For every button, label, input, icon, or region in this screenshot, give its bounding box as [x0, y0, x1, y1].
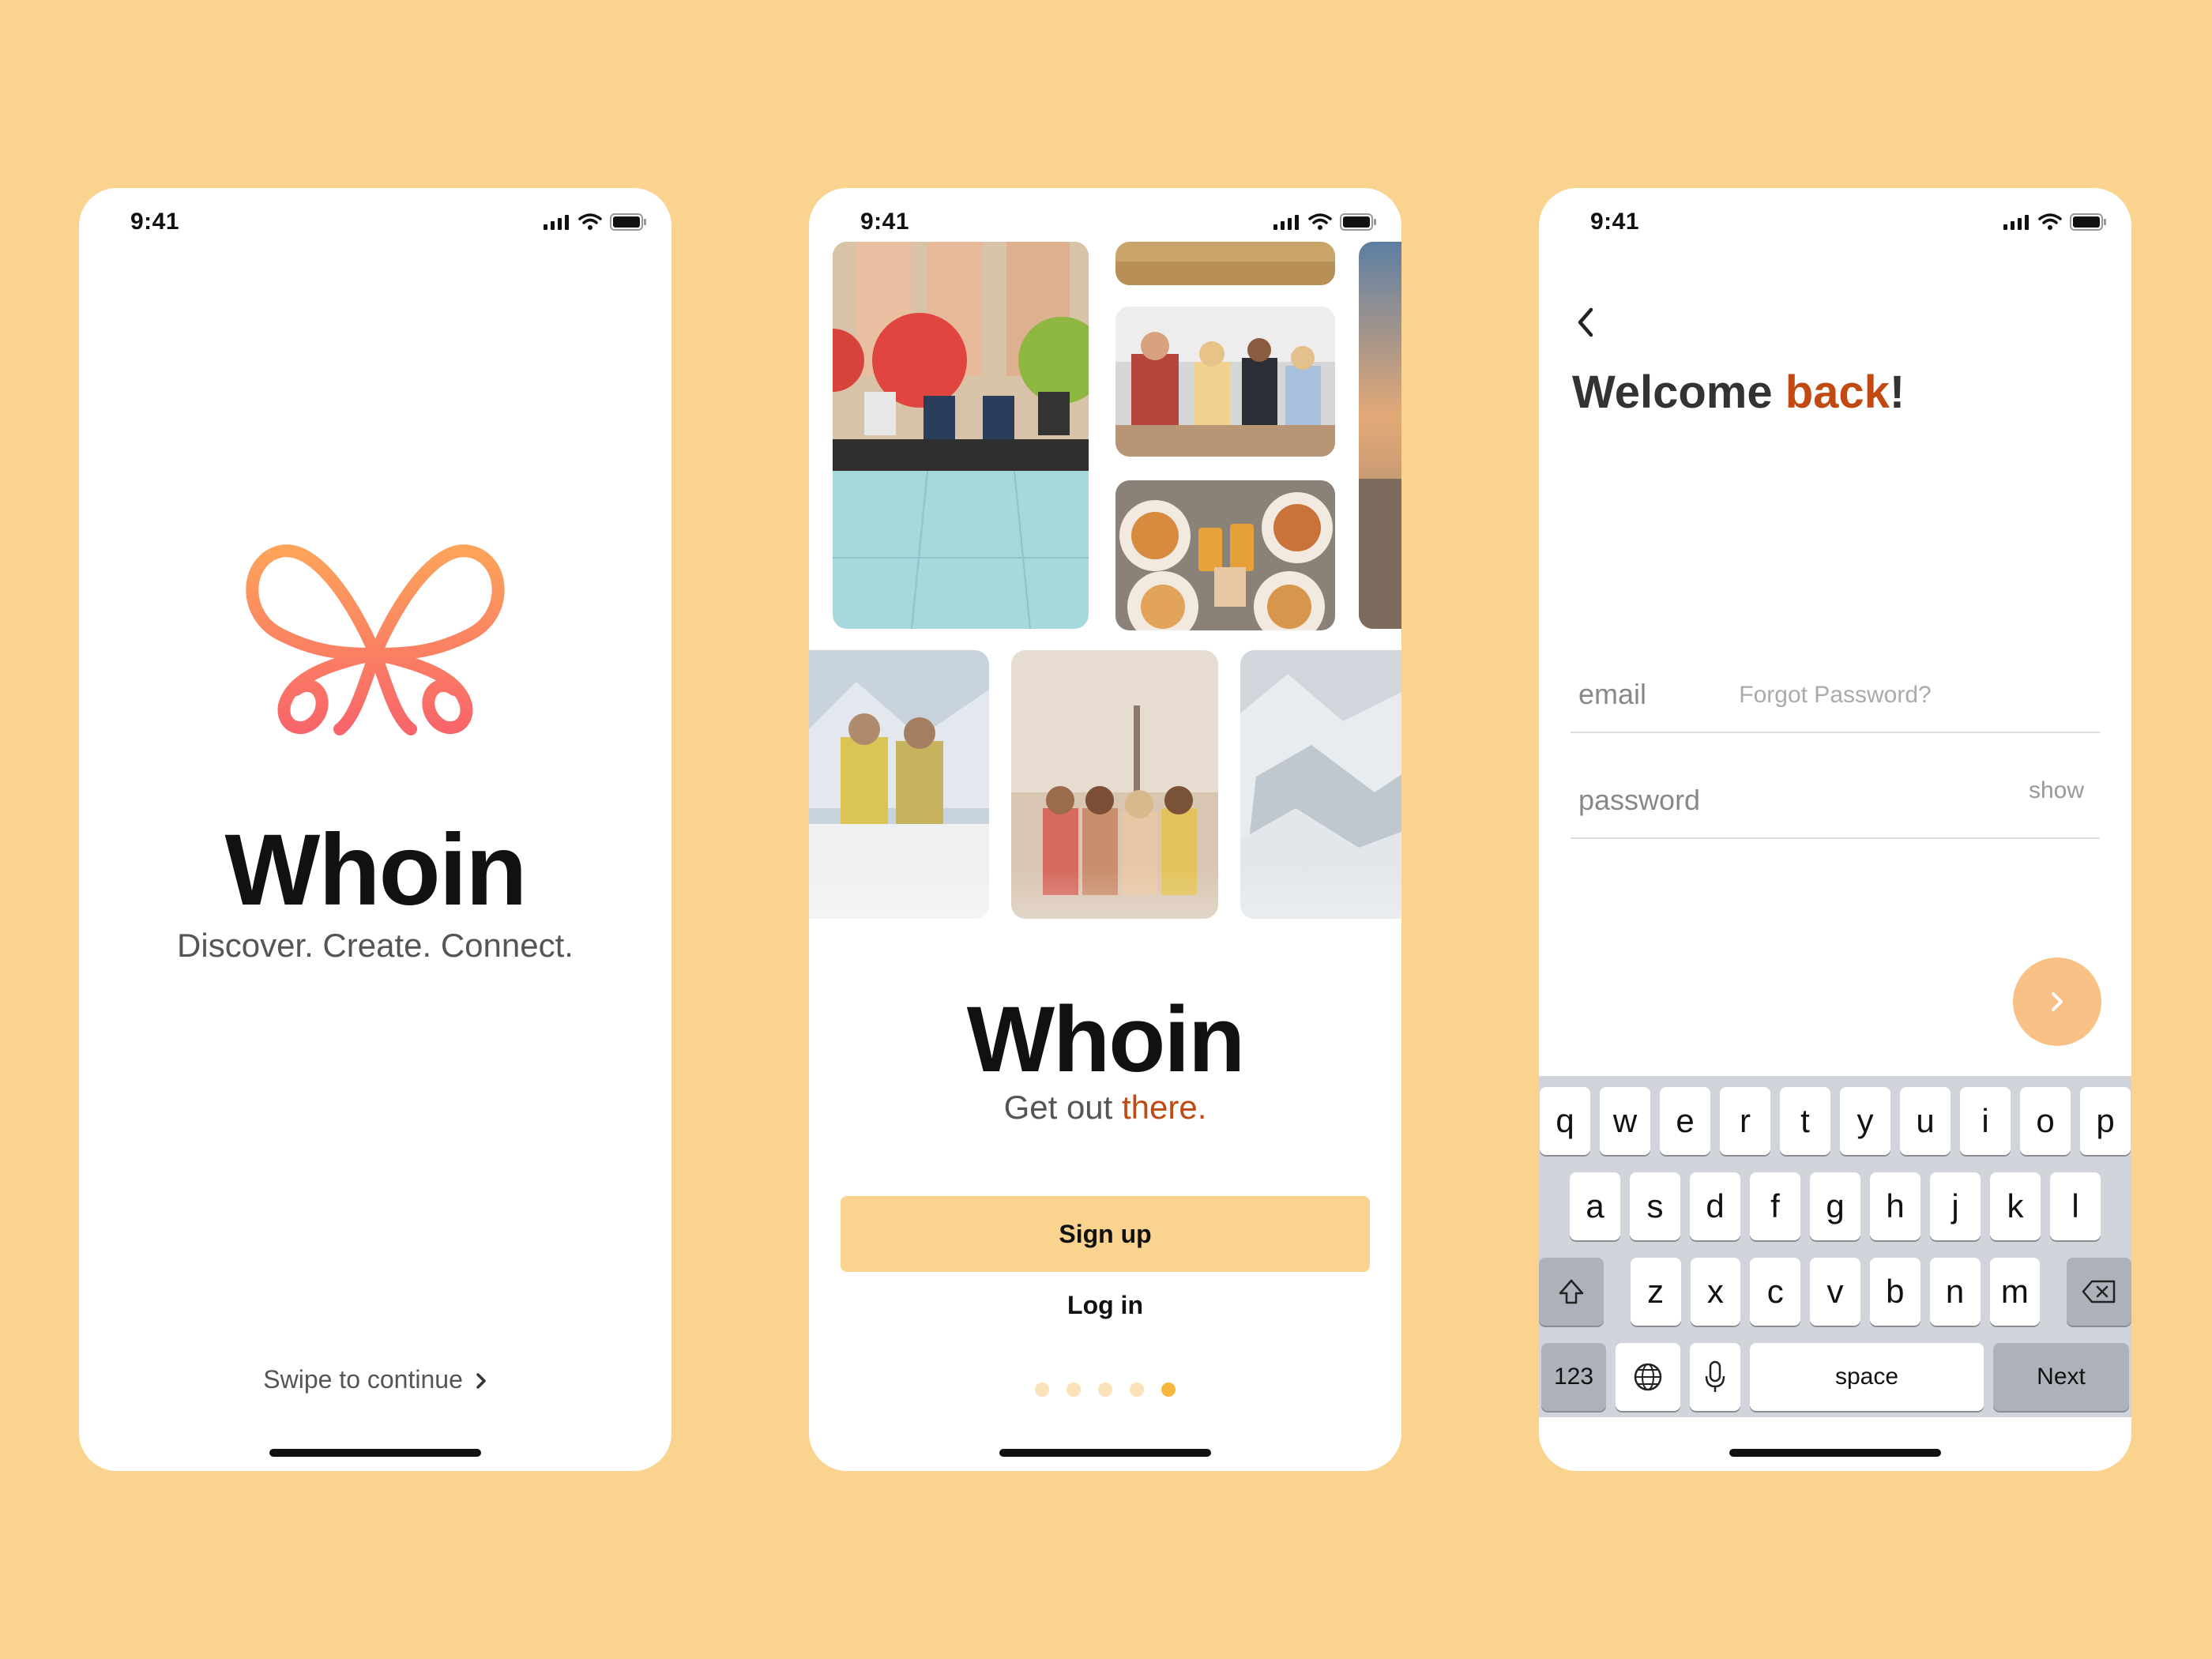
key-s[interactable]: s — [1630, 1172, 1680, 1240]
key-q[interactable]: q — [1540, 1087, 1590, 1155]
keyboard-row-3: z x c v b n m — [1539, 1258, 2131, 1326]
key-f[interactable]: f — [1750, 1172, 1800, 1240]
key-g[interactable]: g — [1810, 1172, 1860, 1240]
key-m[interactable]: m — [1989, 1258, 2041, 1326]
page-indicator — [809, 1382, 1401, 1397]
key-b[interactable]: b — [1869, 1258, 1920, 1326]
app-name: Whoin — [224, 814, 528, 927]
globe-key[interactable] — [1616, 1343, 1680, 1411]
battery-icon — [1340, 213, 1376, 231]
key-i[interactable]: i — [1960, 1087, 2011, 1155]
microphone-key[interactable] — [1690, 1343, 1740, 1411]
page-dot[interactable] — [1066, 1382, 1081, 1397]
key-a[interactable]: a — [1570, 1172, 1620, 1240]
chevron-right-icon — [2052, 992, 2063, 1011]
key-e[interactable]: e — [1660, 1087, 1710, 1155]
page-dot[interactable] — [1130, 1382, 1144, 1397]
phone-login-screen: 9:41 Welcome back! show Forgot Password?… — [1539, 188, 2131, 1471]
shift-arrow-icon — [1559, 1279, 1584, 1304]
keyboard-row-1: q w e r t y u i o p — [1539, 1087, 2131, 1155]
status-bar: 9:41 — [1539, 209, 2131, 240]
status-time: 9:41 — [1590, 209, 1640, 235]
battery-icon — [610, 213, 646, 231]
key-u[interactable]: u — [1900, 1087, 1951, 1155]
page-dot-active[interactable] — [1161, 1382, 1176, 1397]
shift-key[interactable] — [1539, 1258, 1604, 1326]
microphone-icon — [1705, 1360, 1725, 1392]
delete-key[interactable] — [2067, 1258, 2131, 1326]
tagline: Discover. Create. Connect. — [177, 927, 574, 964]
title-accent: back — [1785, 367, 1890, 418]
key-c[interactable]: c — [1750, 1258, 1801, 1326]
backspace-icon — [2082, 1280, 2116, 1304]
show-password-toggle[interactable]: show — [2029, 777, 2084, 804]
key-x[interactable]: x — [1690, 1258, 1741, 1326]
key-l[interactable]: l — [2050, 1172, 2101, 1240]
on-screen-keyboard: q w e r t y u i o p a s d f g h j k l z — [1539, 1076, 2131, 1417]
key-h[interactable]: h — [1870, 1172, 1920, 1240]
key-r[interactable]: r — [1720, 1087, 1770, 1155]
forgot-password-link[interactable]: Forgot Password? — [1539, 682, 2131, 709]
tagline-accent: there. — [1122, 1089, 1207, 1126]
title-text: Welcome — [1572, 367, 1785, 418]
password-input[interactable] — [1578, 784, 1989, 817]
tagline-text: Get out — [1003, 1089, 1122, 1126]
sunset-balloon-photo — [1359, 242, 1401, 629]
whoin-butterfly-logo — [246, 544, 505, 735]
key-n[interactable]: n — [1929, 1258, 1981, 1326]
app-name: Whoin — [966, 988, 1245, 1092]
next-arrow-button[interactable] — [2013, 957, 2101, 1046]
wifi-icon — [2038, 213, 2062, 230]
sign-up-button[interactable]: Sign up — [841, 1196, 1370, 1272]
log-in-button[interactable]: Log in — [809, 1291, 1401, 1320]
battery-icon — [2070, 213, 2106, 231]
keyboard-row-4: 123 space Next — [1539, 1343, 2131, 1411]
cellular-signal-icon — [2003, 215, 2029, 230]
food-toast-photo — [1115, 480, 1335, 630]
bowling-photo — [833, 242, 1089, 629]
status-time: 9:41 — [860, 209, 910, 235]
numbers-key[interactable]: 123 — [1541, 1343, 1606, 1411]
key-v[interactable]: v — [1810, 1258, 1860, 1326]
page-dot[interactable] — [1035, 1382, 1049, 1397]
key-k[interactable]: k — [1990, 1172, 2041, 1240]
wifi-icon — [1308, 213, 1332, 230]
home-indicator[interactable] — [269, 1449, 481, 1457]
tagline: Get out there. — [809, 1089, 1401, 1127]
home-indicator[interactable] — [999, 1449, 1211, 1457]
phone-welcome-screen: 9:41 Whoin Get out there. Sign up Log in — [809, 188, 1401, 1471]
status-time: 9:41 — [130, 209, 180, 235]
cellular-signal-icon — [1273, 215, 1299, 230]
key-j[interactable]: j — [1930, 1172, 1981, 1240]
kitchen-party-photo — [1115, 307, 1335, 457]
key-y[interactable]: y — [1840, 1087, 1890, 1155]
key-p[interactable]: p — [2080, 1087, 2131, 1155]
status-bar: 9:41 — [79, 209, 672, 240]
back-chevron-icon[interactable] — [1571, 299, 1602, 346]
keyboard-row-2: a s d f g h j k l — [1539, 1172, 2131, 1240]
key-t[interactable]: t — [1780, 1087, 1830, 1155]
swipe-to-continue[interactable]: Swipe to continue — [79, 1365, 672, 1394]
title-end: ! — [1889, 367, 1905, 418]
status-bar: 9:41 — [809, 209, 1401, 240]
key-o[interactable]: o — [2020, 1087, 2071, 1155]
space-key[interactable]: space — [1750, 1343, 1984, 1411]
page-title: Welcome back! — [1572, 366, 1905, 419]
home-indicator[interactable] — [1729, 1449, 1941, 1457]
phone-splash-screen: 9:41 Whoin Discover. Create. Connect. Sw… — [79, 188, 672, 1471]
page-dot[interactable] — [1098, 1382, 1112, 1397]
grass-photo — [1115, 242, 1335, 285]
swipe-label: Swipe to continue — [263, 1365, 463, 1394]
password-field: show — [1571, 744, 2100, 839]
key-z[interactable]: z — [1630, 1258, 1681, 1326]
chevron-right-icon — [476, 1373, 486, 1389]
wifi-icon — [578, 213, 602, 230]
cellular-signal-icon — [544, 215, 569, 230]
key-d[interactable]: d — [1690, 1172, 1740, 1240]
globe-icon — [1634, 1363, 1662, 1391]
keyboard-next-key[interactable]: Next — [1993, 1343, 2129, 1411]
key-w[interactable]: w — [1600, 1087, 1650, 1155]
